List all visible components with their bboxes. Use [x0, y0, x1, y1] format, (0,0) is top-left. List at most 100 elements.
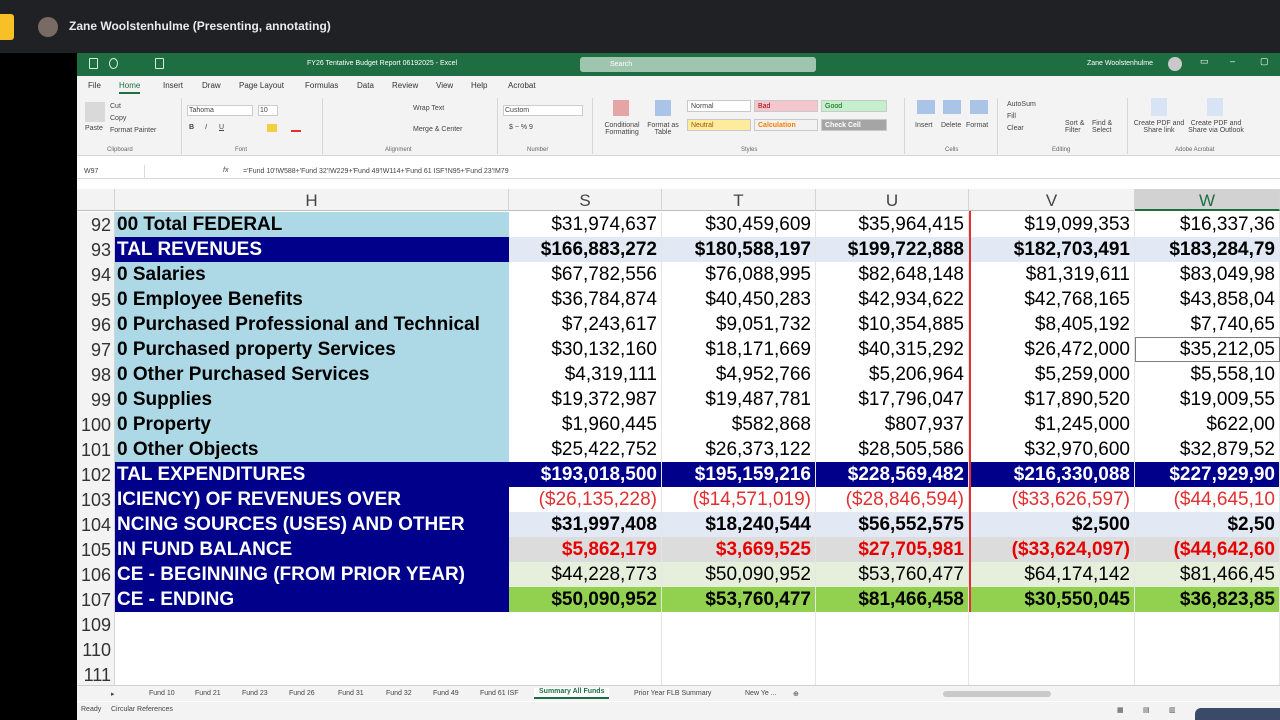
cell-t[interactable] — [662, 612, 816, 637]
cell-s[interactable]: $31,974,637 — [509, 212, 662, 237]
sheet-tab-summary-all-funds[interactable]: Summary All Funds — [534, 688, 610, 699]
cell-t[interactable]: $53,760,477 — [662, 587, 816, 612]
italic-button[interactable]: I — [205, 124, 207, 131]
cell-s[interactable]: $4,319,111 — [509, 362, 662, 387]
page-break-view-icon[interactable]: ▥ — [1169, 706, 1176, 714]
fill-color-icon[interactable] — [267, 124, 277, 132]
cell-t[interactable]: $76,088,995 — [662, 262, 816, 287]
underline-button[interactable]: U — [219, 124, 224, 131]
style-good[interactable]: Good — [821, 100, 887, 112]
cell-s[interactable]: $1,960,445 — [509, 412, 662, 437]
cell-u[interactable]: $35,964,415 — [816, 212, 969, 237]
autosum-button[interactable]: AutoSum — [1007, 101, 1036, 108]
sheet-tab-fund-31[interactable]: Fund 31 — [338, 690, 364, 697]
cell-s[interactable]: $50,090,952 — [509, 587, 662, 612]
cell-w[interactable]: $183,284,79 — [1135, 237, 1280, 262]
add-sheet-icon[interactable]: ⊕ — [793, 690, 799, 698]
paste-button[interactable]: Paste — [85, 125, 103, 132]
accounting-format-icon[interactable]: $ ~ % 9 — [509, 124, 533, 131]
cell-v[interactable]: $30,550,045 — [969, 587, 1135, 612]
cell-v[interactable]: $182,703,491 — [969, 237, 1135, 262]
cell-t[interactable]: $195,159,216 — [662, 462, 816, 487]
cell-s[interactable]: $25,422,752 — [509, 437, 662, 462]
number-format-select[interactable]: Custom — [503, 105, 583, 116]
create-pdf-outlook-button[interactable]: Create PDF and Share via Outlook — [1185, 120, 1247, 134]
cell-w[interactable] — [1135, 662, 1280, 687]
spreadsheet-grid[interactable]: H S T U V W 92 00 Total FEDERAL $31,974,63… — [77, 189, 1280, 689]
column-header-s[interactable]: S — [509, 189, 662, 211]
cell-u[interactable] — [816, 662, 969, 687]
cell-h[interactable]: CE - ENDING — [115, 587, 509, 612]
cell-w[interactable]: $36,823,85 — [1135, 587, 1280, 612]
fill-button[interactable]: Fill — [1007, 113, 1016, 120]
font-name-select[interactable]: Tahoma — [187, 105, 253, 116]
cell-w[interactable]: $35,212,05 — [1135, 337, 1280, 362]
style-check-cell[interactable]: Check Cell — [821, 119, 887, 131]
tab-acrobat[interactable]: Acrobat — [508, 81, 536, 90]
cell-w[interactable]: $2,50 — [1135, 512, 1280, 537]
sheet-tab-fund-26[interactable]: Fund 26 — [289, 690, 315, 697]
insert-cells-button[interactable]: Insert — [915, 122, 933, 129]
cell-t[interactable]: $19,487,781 — [662, 387, 816, 412]
cell-h[interactable]: TAL EXPENDITURES — [115, 462, 509, 487]
function-icon[interactable]: fx — [223, 167, 228, 174]
cell-v[interactable]: $2,500 — [969, 512, 1135, 537]
cell-h[interactable]: IN FUND BALANCE — [115, 537, 509, 562]
page-layout-view-icon[interactable]: ▤ — [1143, 706, 1150, 714]
cell-u[interactable]: $199,722,888 — [816, 237, 969, 262]
cell-v[interactable]: $8,405,192 — [969, 312, 1135, 337]
tab-insert[interactable]: Insert — [163, 81, 183, 90]
cell-u[interactable]: $807,937 — [816, 412, 969, 437]
status-circular-references[interactable]: Circular References — [111, 706, 173, 713]
cell-s[interactable]: $36,784,874 — [509, 287, 662, 312]
cell-u[interactable]: ($28,846,594) — [816, 487, 969, 512]
cell-t[interactable]: $18,240,544 — [662, 512, 816, 537]
maximize-icon[interactable]: ▢ — [1260, 56, 1269, 67]
sheet-tab-fund-49[interactable]: Fund 49 — [433, 690, 459, 697]
wrap-text-button[interactable]: Wrap Text — [413, 105, 444, 112]
cell-v[interactable]: $42,768,165 — [969, 287, 1135, 312]
cell-h[interactable]: 00 Total FEDERAL — [115, 212, 509, 237]
sheet-tab-fund-10[interactable]: Fund 10 — [149, 690, 175, 697]
style-bad[interactable]: Bad — [754, 100, 818, 112]
copy-button[interactable]: Copy — [110, 115, 126, 122]
cell-s[interactable]: $7,243,617 — [509, 312, 662, 337]
delete-cells-icon[interactable] — [943, 100, 961, 114]
cell-t[interactable]: $18,171,669 — [662, 337, 816, 362]
column-header-u[interactable]: U — [816, 189, 969, 211]
conditional-formatting-icon[interactable] — [613, 100, 629, 116]
cell-t[interactable] — [662, 637, 816, 662]
font-color-icon[interactable] — [291, 124, 301, 132]
undo-icon[interactable] — [109, 58, 118, 69]
cell-u[interactable]: $82,648,148 — [816, 262, 969, 287]
format-cells-button[interactable]: Format — [966, 122, 988, 129]
cell-v[interactable]: $19,099,353 — [969, 212, 1135, 237]
cell-u[interactable] — [816, 612, 969, 637]
cell-v[interactable]: ($33,626,597) — [969, 487, 1135, 512]
find-select-button[interactable]: Find & Select — [1092, 120, 1120, 134]
search-box[interactable]: Search — [580, 57, 816, 72]
cell-t[interactable]: ($14,571,019) — [662, 487, 816, 512]
cell-w[interactable]: $43,858,04 — [1135, 287, 1280, 312]
cell-w[interactable]: $32,879,52 — [1135, 437, 1280, 462]
customize-qat-icon[interactable] — [155, 58, 164, 69]
cell-u[interactable]: $81,466,458 — [816, 587, 969, 612]
sheet-tab-fund-32[interactable]: Fund 32 — [386, 690, 412, 697]
cell-s[interactable]: $30,132,160 — [509, 337, 662, 362]
tab-view[interactable]: View — [436, 81, 453, 90]
normal-view-icon[interactable]: ▦ — [1117, 706, 1124, 714]
cell-h[interactable]: 0 Purchased Professional and Technical — [115, 312, 509, 337]
cell-h[interactable]: 0 Salaries — [115, 262, 509, 287]
bold-button[interactable]: B — [189, 124, 194, 131]
column-header-h[interactable]: H — [115, 189, 509, 211]
cell-v[interactable]: $26,472,000 — [969, 337, 1135, 362]
create-pdf-outlook-icon[interactable] — [1207, 98, 1223, 116]
column-header-t[interactable]: T — [662, 189, 816, 211]
sheet-tab-prior-year-flb-summary[interactable]: Prior Year FLB Summary — [634, 690, 711, 697]
tab-help[interactable]: Help — [471, 81, 487, 90]
sheet-tab-fund-61-isf[interactable]: Fund 61 ISF — [480, 690, 519, 697]
cell-w[interactable]: $83,049,98 — [1135, 262, 1280, 287]
cell-h[interactable] — [115, 637, 509, 662]
font-size-select[interactable]: 10 — [258, 105, 278, 116]
cell-u[interactable]: $5,206,964 — [816, 362, 969, 387]
